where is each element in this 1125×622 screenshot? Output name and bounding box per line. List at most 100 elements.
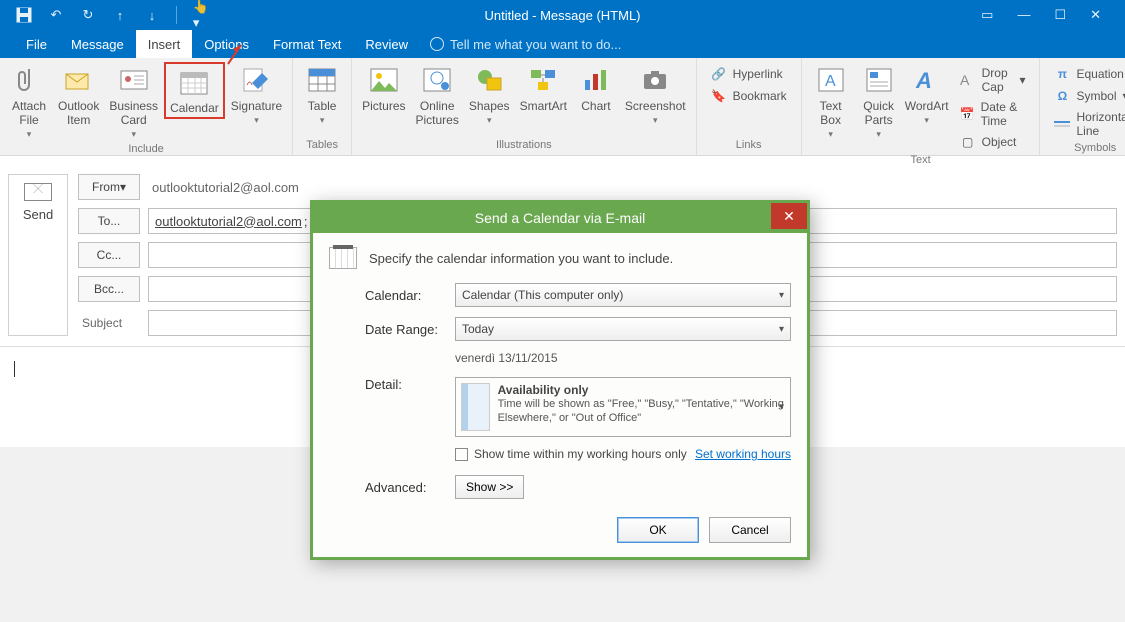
detail-subtext: Time will be shown as "Free," "Busy," "T… (498, 397, 785, 425)
redo-icon[interactable]: ↻ (80, 7, 96, 23)
text-box-button[interactable]: A Text Box (808, 62, 854, 143)
send-calendar-dialog: Send a Calendar via E-mail ✕ Specify the… (310, 200, 810, 560)
date-display: venerdì 13/11/2015 (455, 351, 791, 365)
pictures-button[interactable]: Pictures (358, 62, 409, 115)
cancel-button[interactable]: Cancel (709, 517, 791, 543)
calendar-icon (329, 247, 357, 269)
maximize-icon[interactable]: ☐ (1054, 7, 1066, 23)
recipient-chip[interactable]: outlooktutorial2@aol.com (155, 214, 302, 229)
close-icon[interactable]: ✕ (1090, 7, 1101, 23)
dialog-intro-text: Specify the calendar information you wan… (369, 251, 673, 266)
smartart-button[interactable]: SmartArt (516, 62, 571, 115)
tab-message[interactable]: Message (59, 30, 136, 58)
lightbulb-icon (430, 37, 444, 51)
from-value: outlooktutorial2@aol.com (148, 180, 299, 195)
equation-label: Equation (1076, 67, 1123, 81)
group-symbols: πEquation ▾ ΩSymbol ▾ Horizontal Line Sy… (1040, 58, 1125, 155)
tab-file[interactable]: File (14, 30, 59, 58)
bcc-button[interactable]: Bcc... (78, 276, 140, 302)
to-button[interactable]: To... (78, 208, 140, 234)
show-advanced-button[interactable]: Show >> (455, 475, 524, 499)
calendar-button[interactable]: Calendar (164, 62, 225, 119)
card-icon (118, 64, 150, 96)
chart-label: Chart (581, 99, 610, 113)
outlook-item-button[interactable]: Outlook Item (54, 62, 103, 129)
screenshot-button[interactable]: Screenshot (621, 62, 690, 129)
online-pictures-icon (421, 64, 453, 96)
working-hours-checkbox[interactable] (455, 448, 468, 461)
ribbon-display-icon[interactable]: ▭ (981, 7, 993, 23)
paperclip-icon (13, 64, 45, 96)
detail-dropdown[interactable]: Availability only Time will be shown as … (455, 377, 791, 437)
quick-parts-button[interactable]: Quick Parts (856, 62, 902, 143)
chart-button[interactable]: Chart (573, 62, 619, 115)
ok-button[interactable]: OK (617, 517, 699, 543)
hline-label: Horizontal Line (1076, 110, 1125, 138)
cc-button[interactable]: Cc... (78, 242, 140, 268)
tab-format-text[interactable]: Format Text (261, 30, 353, 58)
pictures-label: Pictures (362, 99, 405, 113)
calendar-dropdown[interactable]: Calendar (This computer only) (455, 283, 791, 307)
screenshot-label: Screenshot (625, 99, 686, 113)
drop-cap-button[interactable]: ADrop Cap ▾ (958, 64, 1028, 96)
set-working-hours-link[interactable]: Set working hours (695, 447, 791, 461)
outlook-item-label: Outlook Item (58, 99, 99, 127)
text-box-label: Text Box (820, 99, 842, 127)
bookmark-button[interactable]: 🔖Bookmark (709, 86, 789, 106)
drop-cap-icon: A (960, 72, 976, 88)
text-cursor (14, 361, 15, 377)
group-include: Attach File Outlook Item Business Card C… (0, 58, 293, 155)
title-bar: ↶ ↻ ↑ ↓ 👆▾ Untitled - Message (HTML) ▭ —… (0, 0, 1125, 30)
object-button[interactable]: ▢Object (958, 132, 1028, 152)
wordart-label: WordArt (905, 99, 949, 113)
touch-mode-icon[interactable]: 👆▾ (193, 7, 209, 23)
online-pictures-button[interactable]: Online Pictures (412, 62, 463, 129)
wordart-button[interactable]: A WordArt (904, 62, 950, 129)
table-button[interactable]: Table (299, 62, 345, 129)
tell-me-search[interactable]: Tell me what you want to do... (420, 30, 621, 58)
shapes-icon (473, 64, 505, 96)
send-button[interactable]: Send (8, 174, 68, 336)
daterange-dropdown[interactable]: Today (455, 317, 791, 341)
symbol-button[interactable]: ΩSymbol ▾ (1052, 86, 1125, 106)
omega-icon: Ω (1054, 88, 1070, 104)
minimize-icon[interactable]: — (1017, 7, 1030, 23)
attach-file-button[interactable]: Attach File (6, 62, 52, 143)
next-icon[interactable]: ↓ (144, 7, 160, 23)
group-label-tables: Tables (299, 139, 345, 153)
date-time-button[interactable]: 📅Date & Time (958, 98, 1028, 130)
bookmark-label: Bookmark (733, 89, 787, 103)
tab-review[interactable]: Review (353, 30, 420, 58)
group-label-text: Text (808, 154, 1034, 168)
object-label: Object (982, 135, 1017, 149)
business-card-button[interactable]: Business Card (105, 62, 162, 143)
horizontal-line-button[interactable]: Horizontal Line (1052, 108, 1125, 140)
quick-parts-icon (863, 64, 895, 96)
equation-button[interactable]: πEquation ▾ (1052, 64, 1125, 84)
shapes-button[interactable]: Shapes (465, 62, 514, 129)
undo-icon[interactable]: ↶ (48, 7, 64, 23)
smartart-label: SmartArt (520, 99, 567, 113)
attach-file-label: Attach File (12, 99, 46, 127)
group-text: A Text Box Quick Parts A WordArt ADrop C… (802, 58, 1041, 155)
tab-insert[interactable]: Insert (136, 30, 193, 58)
tab-options[interactable]: Options (192, 30, 261, 58)
hline-icon (1054, 116, 1070, 132)
envelope-clip-icon (63, 64, 95, 96)
window-title: Untitled - Message (HTML) (484, 8, 640, 23)
table-icon (306, 64, 338, 96)
dialog-close-button[interactable]: ✕ (771, 203, 807, 229)
dialog-title: Send a Calendar via E-mail (475, 210, 645, 226)
shapes-label: Shapes (469, 99, 510, 113)
hyperlink-label: Hyperlink (733, 67, 783, 81)
dialog-title-bar[interactable]: Send a Calendar via E-mail ✕ (313, 203, 807, 233)
from-button[interactable]: From ▾ (78, 174, 140, 200)
send-label: Send (23, 207, 53, 222)
save-icon[interactable] (16, 7, 32, 23)
online-pictures-label: Online Pictures (416, 99, 459, 127)
hyperlink-button[interactable]: 🔗Hyperlink (709, 64, 789, 84)
date-time-icon: 📅 (960, 106, 975, 122)
signature-button[interactable]: Signature (227, 62, 286, 129)
group-label-illustrations: Illustrations (358, 139, 689, 153)
prev-icon[interactable]: ↑ (112, 7, 128, 23)
